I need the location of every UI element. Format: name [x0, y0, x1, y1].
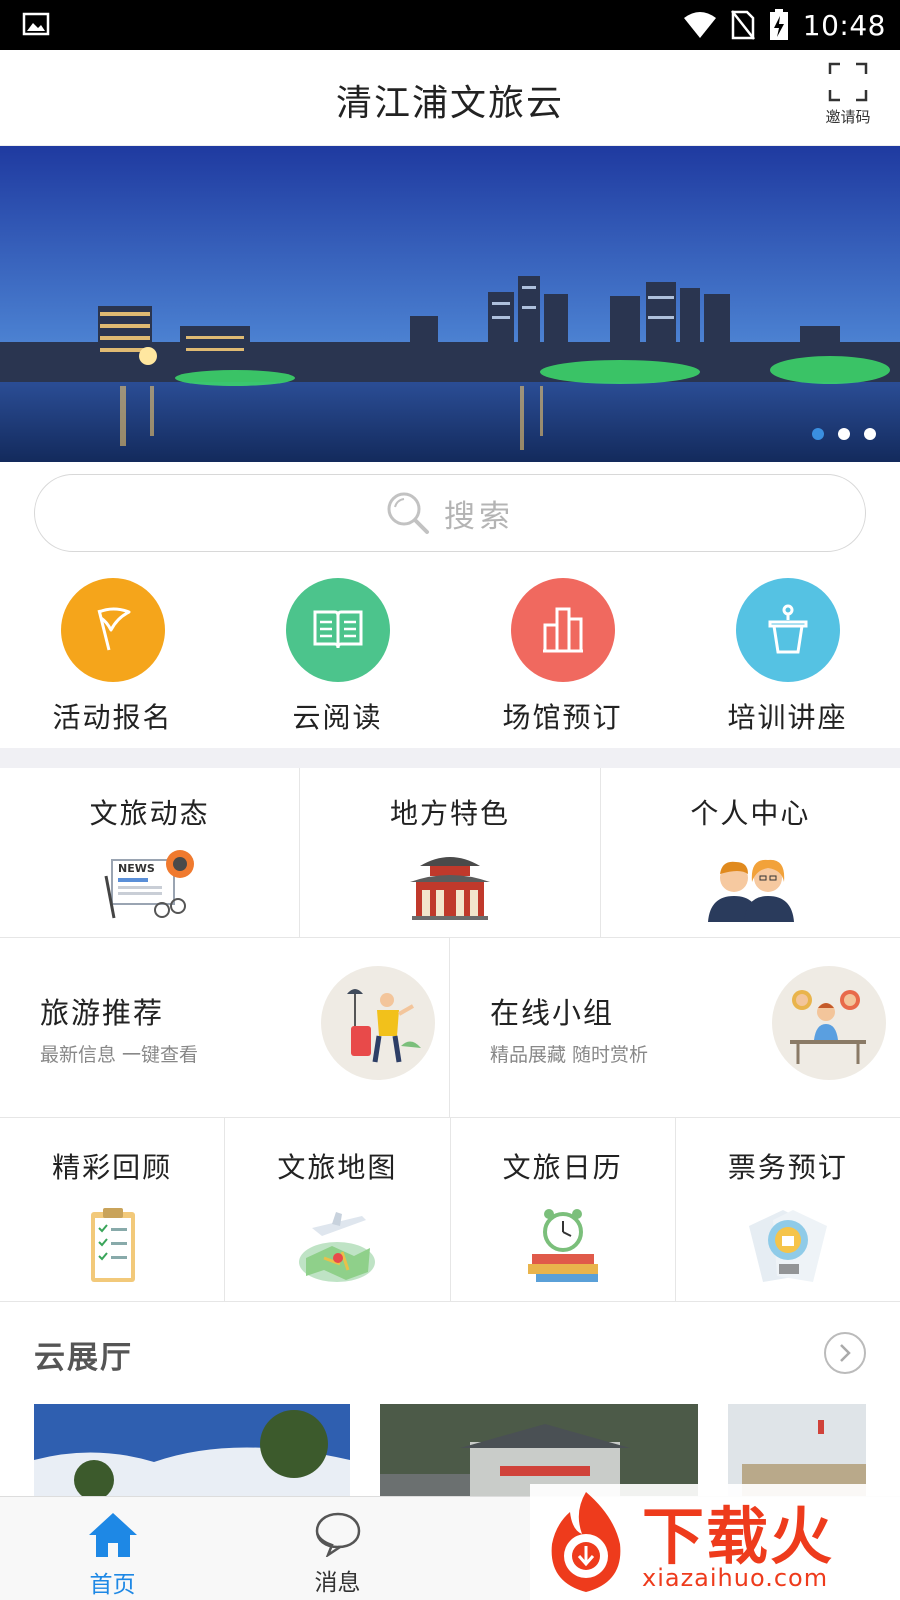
exhibition-card[interactable]	[34, 1404, 350, 1496]
feature-grid-row-2: 旅游推荐 最新信息 一键查看 在线小组 精品展藏 随时赏析	[0, 938, 900, 1118]
people-icon	[708, 859, 795, 922]
quick-action-label: 活动报名	[52, 701, 173, 734]
search-bar[interactable]: 搜索	[34, 474, 866, 552]
clipboard-icon	[91, 1208, 136, 1282]
book-icon	[313, 610, 362, 649]
quick-action-activity-signup[interactable]: 活动报名	[0, 576, 225, 746]
no-sim-icon	[730, 10, 755, 40]
map-icon	[299, 1212, 376, 1282]
pavilion-icon	[409, 857, 490, 920]
quick-action-label: 培训讲座	[727, 701, 848, 734]
fire-logo-icon	[551, 1492, 621, 1592]
tab-label: 首页	[89, 1572, 136, 1598]
app-header: 清江浦文旅云 邀请码	[0, 50, 900, 146]
grid-item-label: 精彩回顾	[52, 1151, 173, 1184]
scan-icon	[828, 62, 868, 102]
cloud-exhibition-more-button[interactable]	[824, 1332, 866, 1374]
traveler-illustration	[321, 966, 435, 1080]
tab-messages[interactable]: 消息	[225, 1497, 450, 1600]
grid-item-culture-calendar[interactable]: 文旅日历	[451, 1118, 676, 1301]
watermark-brand: 下载火	[642, 1500, 835, 1573]
grid-item-highlights-review[interactable]: 精彩回顾	[0, 1118, 226, 1301]
exhibition-carousel	[34, 1404, 900, 1496]
news-icon: NEWS	[104, 850, 194, 919]
grid-item-title: 旅游推荐	[40, 996, 165, 1030]
home-icon	[88, 1513, 137, 1557]
message-icon	[315, 1512, 360, 1559]
group-illustration	[772, 966, 886, 1080]
exhibition-image	[34, 1404, 350, 1496]
grid-item-label: 个人中心	[690, 797, 811, 830]
activity-circle	[60, 578, 165, 682]
section-divider	[0, 748, 900, 768]
grid-item-culture-map[interactable]: 文旅地图	[225, 1118, 451, 1301]
page-title: 清江浦文旅云	[335, 83, 564, 124]
carousel-dot[interactable]	[864, 428, 876, 440]
alarm-clock-icon	[527, 1209, 598, 1282]
chevron-right-icon	[840, 1344, 851, 1362]
status-bar: 10:48	[0, 0, 900, 50]
banner-image	[0, 146, 900, 462]
lecture-circle	[735, 578, 840, 682]
traveler-icon	[347, 989, 421, 1063]
tab-label: 消息	[314, 1570, 361, 1596]
ticket-icon	[748, 1210, 827, 1282]
grid-item-ticket-booking[interactable]: 票务预订	[676, 1118, 900, 1301]
grid-item-culture-news[interactable]: 文旅动态 NEWS	[0, 768, 301, 937]
grid-item-subtitle: 精品展藏 随时赏析	[490, 1044, 649, 1066]
svg-text:NEWS: NEWS	[118, 862, 155, 875]
clock: 10:48	[802, 8, 886, 42]
building-icon	[542, 607, 583, 653]
invite-code-label: 邀请码	[825, 108, 871, 126]
grid-item-title: 在线小组	[490, 996, 615, 1030]
exhibition-image	[728, 1404, 866, 1496]
carousel-dot[interactable]	[838, 428, 850, 440]
wifi-icon	[683, 12, 716, 38]
grid-item-travel-recommend[interactable]: 旅游推荐 最新信息 一键查看	[0, 938, 450, 1117]
watermark: 下载火 xiazaihuo.com	[530, 1484, 900, 1600]
search-placeholder: 搜索	[444, 498, 514, 535]
flag-icon	[97, 607, 130, 651]
group-icon	[790, 990, 866, 1064]
grid-item-label: 文旅日历	[502, 1151, 623, 1184]
quick-actions: 活动报名 云阅读 场馆预订 培训讲座	[0, 576, 900, 746]
reading-circle	[285, 578, 390, 682]
battery-charging-icon	[769, 9, 788, 40]
grid-item-online-group[interactable]: 在线小组 精品展藏 随时赏析	[450, 938, 900, 1117]
grid-item-label: 文旅动态	[89, 797, 210, 830]
exhibition-card[interactable]	[728, 1404, 866, 1496]
tab-home[interactable]: 首页	[0, 1497, 225, 1600]
quick-action-label: 场馆预订	[502, 701, 623, 734]
grid-item-label: 票务预订	[727, 1151, 848, 1184]
quick-action-training-lecture[interactable]: 培训讲座	[675, 576, 900, 746]
watermark-url: xiazaihuo.com	[642, 1564, 829, 1592]
carousel-indicator	[812, 428, 876, 440]
search-icon	[387, 492, 429, 534]
image-notification-icon	[22, 12, 50, 36]
grid-item-personal-center[interactable]: 个人中心	[601, 768, 900, 937]
carousel-dot[interactable]	[812, 428, 824, 440]
grid-item-local-features[interactable]: 地方特色	[300, 768, 601, 937]
quick-action-cloud-reading[interactable]: 云阅读	[225, 576, 450, 746]
grid-item-label: 地方特色	[389, 797, 510, 830]
exhibition-card[interactable]	[380, 1404, 698, 1496]
feature-grid-row-1: 文旅动态 NEWS 地方特色 个人中心	[0, 768, 900, 938]
podium-icon	[768, 604, 807, 654]
feature-grid-row-3: 精彩回顾 文旅地图 文旅日历 票务预订	[0, 1118, 900, 1302]
quick-action-venue-booking[interactable]: 场馆预订	[450, 576, 675, 746]
venue-circle	[510, 578, 615, 682]
banner-carousel[interactable]	[0, 146, 900, 462]
exhibition-image	[380, 1404, 698, 1496]
cloud-exhibition-title: 云展厅	[34, 1340, 133, 1376]
quick-action-label: 云阅读	[292, 701, 383, 734]
grid-item-subtitle: 最新信息 一键查看	[40, 1044, 199, 1066]
invite-code-button[interactable]: 邀请码	[820, 62, 876, 127]
grid-item-label: 文旅地图	[277, 1151, 398, 1184]
